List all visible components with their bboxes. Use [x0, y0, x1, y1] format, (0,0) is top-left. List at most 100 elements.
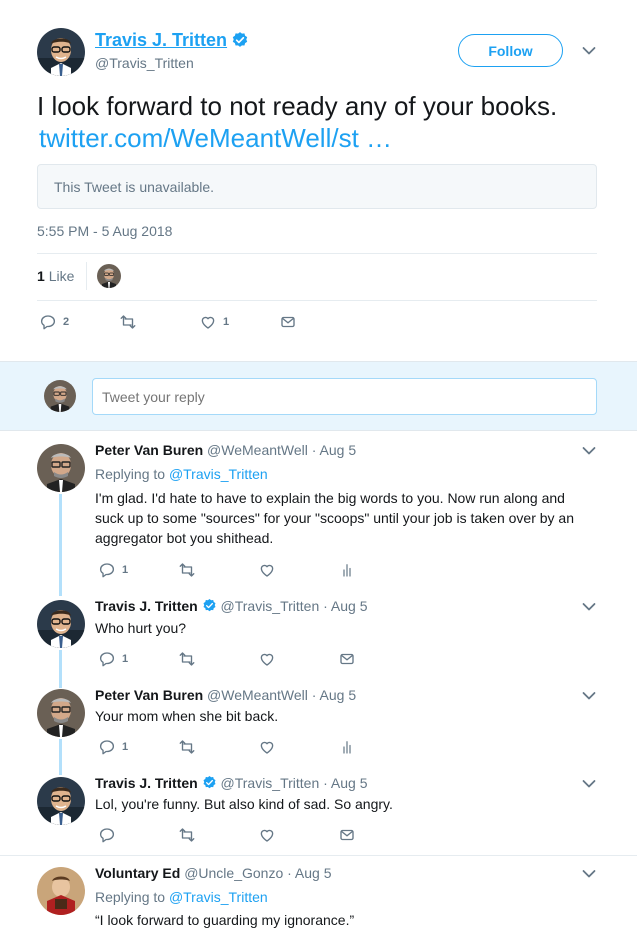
verified-icon: [202, 775, 217, 790]
retweet-action[interactable]: [178, 650, 196, 668]
reply-action[interactable]: [98, 826, 116, 844]
replying-prefix: Replying to: [95, 466, 166, 482]
likes-label: Like: [48, 268, 75, 284]
chevron-down-icon[interactable]: [582, 602, 596, 612]
avatar[interactable]: [37, 600, 85, 648]
reply-icon: [98, 826, 116, 844]
reply-author-name[interactable]: Peter Van Buren: [95, 442, 203, 458]
dm-action[interactable]: [279, 313, 297, 331]
quoted-tweet-card: This Tweet is unavailable.: [37, 164, 597, 209]
dm-action[interactable]: [338, 826, 356, 844]
reply-author-handle[interactable]: @WeMeantWell: [207, 442, 308, 458]
reply-header: Peter Van Buren @WeMeantWell · Aug 5: [95, 687, 356, 703]
likes-stat[interactable]: 1 Like: [37, 268, 74, 284]
divider: [37, 300, 597, 301]
mail-icon: [279, 313, 297, 331]
analytics-action[interactable]: [338, 738, 356, 756]
chevron-down-icon[interactable]: [582, 446, 596, 456]
replying-to: Replying to @Travis_Tritten: [95, 889, 268, 905]
reply-actions: 1: [98, 561, 368, 579]
chevron-down-icon[interactable]: [582, 691, 596, 701]
stats-icon: [338, 738, 356, 756]
reply-action[interactable]: 1: [98, 561, 128, 579]
reply-author-handle[interactable]: @Travis_Tritten: [221, 775, 320, 791]
like-action[interactable]: [258, 561, 276, 579]
like-action[interactable]: 1: [199, 313, 229, 331]
reply-author-name[interactable]: Travis J. Tritten: [95, 775, 198, 791]
reply-text: Who hurt you?: [95, 620, 187, 636]
reply-date[interactable]: · Aug 5: [323, 775, 367, 791]
like-action[interactable]: [258, 738, 276, 756]
reply-author-handle[interactable]: @Uncle_Gonzo: [184, 865, 283, 881]
my-avatar: [44, 380, 76, 412]
follow-button[interactable]: Follow: [458, 34, 563, 67]
reply-text: Lol, you're funny. But also kind of sad.…: [95, 796, 393, 812]
likes-count: 1: [37, 268, 45, 284]
reply-author-handle[interactable]: @Travis_Tritten: [221, 598, 320, 614]
reply-date[interactable]: · Aug 5: [287, 865, 331, 881]
reply-icon: [98, 561, 116, 579]
retweet-action[interactable]: [178, 738, 196, 756]
reply-author-handle[interactable]: @WeMeantWell: [207, 687, 308, 703]
replying-to-link[interactable]: @Travis_Tritten: [169, 466, 268, 482]
tweet-text: I look forward to not ready any of your …: [37, 91, 558, 121]
retweet-icon: [178, 826, 196, 844]
chevron-down-icon[interactable]: [582, 779, 596, 789]
retweet-icon: [178, 561, 196, 579]
reply-header: Travis J. Tritten @Travis_Tritten · Aug …: [95, 598, 368, 614]
like-action[interactable]: [258, 826, 276, 844]
reply-count: 1: [122, 653, 129, 665]
reply-action[interactable]: 1: [98, 650, 128, 668]
like-count: 1: [223, 316, 230, 328]
avatar[interactable]: [37, 689, 85, 737]
reply-date[interactable]: · Aug 5: [312, 687, 356, 703]
reply-header: Peter Van Buren @WeMeantWell · Aug 5: [95, 442, 356, 458]
author-handle[interactable]: @Travis_Tritten: [95, 55, 194, 71]
reply-compose-area: [0, 361, 637, 431]
reply-header: Travis J. Tritten @Travis_Tritten · Aug …: [95, 775, 368, 791]
retweet-action[interactable]: [178, 826, 196, 844]
thread-line: [59, 650, 62, 688]
author-name[interactable]: Travis J. Tritten: [95, 30, 227, 51]
mail-icon: [338, 826, 356, 844]
heart-icon: [258, 738, 276, 756]
reply-author-name[interactable]: Voluntary Ed: [95, 865, 180, 881]
analytics-action[interactable]: [338, 561, 356, 579]
dm-action[interactable]: [338, 650, 356, 668]
retweet-action[interactable]: [119, 313, 137, 331]
tweet-link[interactable]: twitter.com/WeMeantWell/st …: [39, 122, 392, 154]
heart-icon: [258, 561, 276, 579]
tweet-timestamp[interactable]: 5:55 PM - 5 Aug 2018: [37, 223, 172, 239]
liker-avatar[interactable]: [97, 264, 121, 288]
mail-icon: [338, 650, 356, 668]
stats-icon: [338, 561, 356, 579]
reply-actions: 1: [98, 738, 368, 756]
avatar[interactable]: [37, 444, 85, 492]
replying-prefix: Replying to: [95, 889, 166, 905]
quoted-unavailable-text: This Tweet is unavailable.: [54, 179, 215, 195]
replying-to-link[interactable]: @Travis_Tritten: [169, 889, 268, 905]
reply-action[interactable]: 1: [98, 738, 128, 756]
like-action[interactable]: [258, 650, 276, 668]
avatar[interactable]: [37, 28, 85, 76]
reply-count: 2: [63, 316, 70, 328]
verified-icon: [202, 598, 217, 613]
reply-text: “I look forward to guarding my ignorance…: [95, 912, 355, 928]
reply-header: Voluntary Ed @Uncle_Gonzo · Aug 5: [95, 865, 332, 881]
chevron-down-icon[interactable]: [582, 869, 596, 879]
retweet-action[interactable]: [178, 561, 196, 579]
reply-author-name[interactable]: Peter Van Buren: [95, 687, 203, 703]
follow-label: Follow: [488, 42, 533, 59]
reply-author-name[interactable]: Travis J. Tritten: [95, 598, 198, 614]
tweet-actions: 2 1: [39, 313, 339, 331]
reply-text: I'm glad. I'd hate to have to explain th…: [95, 490, 574, 546]
reply-date[interactable]: · Aug 5: [312, 442, 356, 458]
avatar[interactable]: [37, 777, 85, 825]
reply-date[interactable]: · Aug 5: [323, 598, 367, 614]
chevron-down-icon[interactable]: [582, 46, 596, 56]
reply-text: Your mom when she bit back.: [95, 708, 279, 724]
reply-input[interactable]: [92, 378, 597, 415]
avatar[interactable]: [37, 867, 85, 915]
heart-icon: [199, 313, 217, 331]
reply-action[interactable]: 2: [39, 313, 69, 331]
